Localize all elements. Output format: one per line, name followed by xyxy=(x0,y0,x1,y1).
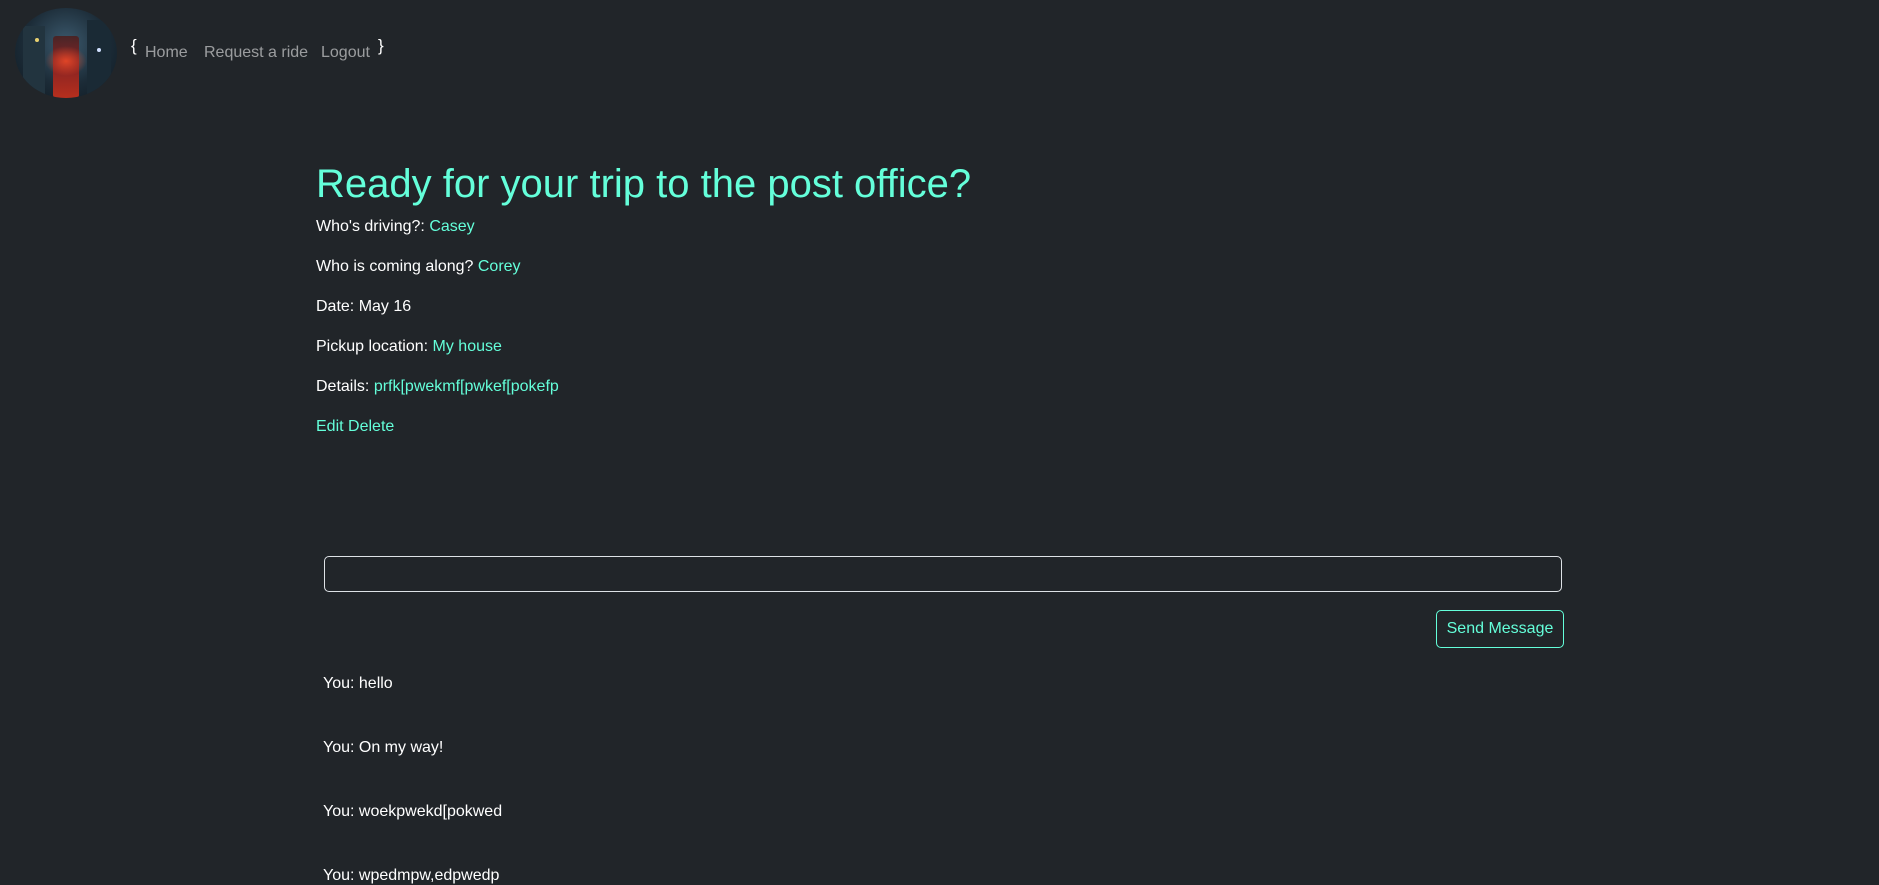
driver-row: Who's driving?: Casey xyxy=(316,218,475,236)
driver-value: Casey xyxy=(429,218,475,235)
companion-value: Corey xyxy=(477,258,521,275)
navbar: { Home Request a ride Logout } xyxy=(0,0,1879,100)
driver-label: Who's driving?: xyxy=(316,218,425,235)
pickup-value: My house xyxy=(432,338,502,355)
send-message-button[interactable]: Send Message xyxy=(1436,610,1564,648)
date-row: Date: May 16 xyxy=(316,298,411,316)
avatar xyxy=(15,8,117,98)
delete-link[interactable]: Delete xyxy=(348,418,394,435)
chat-message: You: On my way! xyxy=(323,739,444,756)
nav-open-brace: { xyxy=(131,36,137,55)
nav-link-logout[interactable]: Logout xyxy=(321,44,370,62)
edit-link[interactable]: Edit xyxy=(316,418,344,435)
chat-message: You: woekpwekd[pokwed xyxy=(323,803,503,820)
nav-close-brace: } xyxy=(378,36,384,55)
nav-link-request-a-ride[interactable]: Request a ride xyxy=(204,44,308,62)
date-label: Date: xyxy=(316,298,355,315)
companion-label: Who is coming along? xyxy=(316,258,474,275)
date-value: May 16 xyxy=(358,298,412,315)
page-title: Ready for your trip to the post office? xyxy=(316,162,972,206)
message-input[interactable] xyxy=(324,556,1562,592)
trip-actions: Edit Delete xyxy=(316,418,394,436)
details-label: Details: xyxy=(316,378,370,395)
nav-link-home[interactable]: Home xyxy=(145,44,188,62)
chat-message: You: wpedmpw,edpwedp xyxy=(323,867,500,884)
details-value: prfk[pwekmf[pwkef[pokefp xyxy=(373,378,559,395)
chat-message: You: hello xyxy=(323,675,393,692)
companion-row: Who is coming along? Corey xyxy=(316,258,521,276)
pickup-label: Pickup location: xyxy=(316,338,429,355)
details-row: Details: prfk[pwekmf[pwkef[pokefp xyxy=(316,378,559,396)
pickup-row: Pickup location: My house xyxy=(316,338,502,356)
